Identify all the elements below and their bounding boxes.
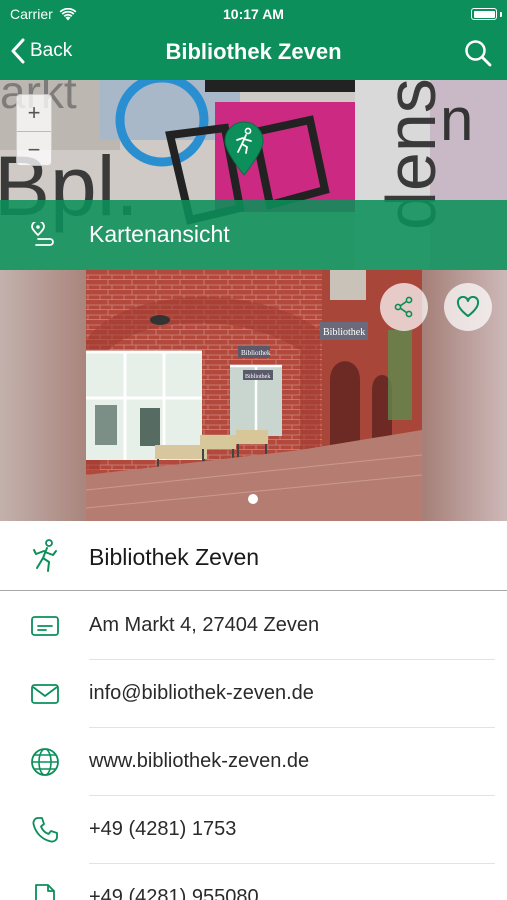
zoom-out-button[interactable]: −: [17, 131, 51, 167]
photo-gallery[interactable]: Bibliothek Bibliothek Bibliothek: [0, 270, 507, 521]
battery-icon: [471, 8, 497, 20]
heart-icon: [456, 296, 480, 317]
status-bar: Carrier 10:17 AM: [0, 0, 507, 28]
hiking-person-icon: [33, 539, 57, 572]
website-row[interactable]: www.bibliothek-zeven.de: [0, 728, 507, 796]
map-view-label: Kartenansicht: [89, 221, 230, 247]
favorite-button[interactable]: [444, 283, 492, 331]
envelope-icon: [31, 684, 59, 704]
phone-row[interactable]: +49 (4281) 1753: [0, 796, 507, 864]
back-button[interactable]: Back: [10, 38, 72, 64]
page-title: Bibliothek Zeven: [165, 39, 342, 64]
address-text: Am Markt 4, 27404 Zeven: [89, 614, 320, 636]
email-row[interactable]: info@bibliothek-zeven.de: [0, 660, 507, 728]
map-view-bar[interactable]: Kartenansicht: [0, 200, 507, 270]
phone-text: +49 (4281) 1753: [89, 818, 237, 840]
place-name: Bibliothek Zeven: [89, 544, 260, 570]
photo-sign-1: Bibliothek: [241, 349, 271, 357]
fax-row[interactable]: +49 (4281) 955080: [0, 864, 507, 900]
library-photo: Bibliothek Bibliothek Bibliothek: [0, 270, 507, 521]
fax-text: +49 (4281) 955080: [89, 886, 259, 900]
share-icon: [394, 296, 413, 318]
document-icon: [35, 884, 55, 900]
photo-sign-2: Bibliothek: [245, 374, 270, 380]
map-view[interactable]: Bpl. arkt n dens + − Kartenansicht: [0, 80, 507, 270]
photo-sign-3: Bibliothek: [323, 327, 365, 338]
app-header: Carrier 10:17 AM Back Bibliothek Zeven: [0, 0, 507, 80]
share-button[interactable]: [380, 283, 428, 331]
place-name-row: Bibliothek Zeven: [0, 521, 507, 591]
website-text: www.bibliothek-zeven.de: [89, 750, 310, 772]
back-label: Back: [30, 40, 73, 61]
chevron-left-icon: [11, 38, 25, 64]
phone-icon: [32, 817, 58, 843]
zoom-in-button[interactable]: +: [17, 95, 51, 131]
zoom-control: + −: [16, 94, 52, 166]
battery-tip: [500, 12, 502, 17]
navigation-bar: Back Bibliothek Zeven: [0, 28, 507, 78]
address-card-icon: [31, 616, 59, 636]
address-row[interactable]: Am Markt 4, 27404 Zeven: [0, 592, 507, 660]
email-text: info@bibliothek-zeven.de: [89, 682, 314, 704]
globe-icon: [31, 748, 59, 776]
page-indicator-dot[interactable]: [248, 494, 258, 504]
search-icon[interactable]: [463, 38, 493, 68]
map-location-icon: [31, 222, 54, 246]
map-pin-icon[interactable]: [223, 120, 265, 176]
status-time: 10:17 AM: [223, 6, 284, 22]
